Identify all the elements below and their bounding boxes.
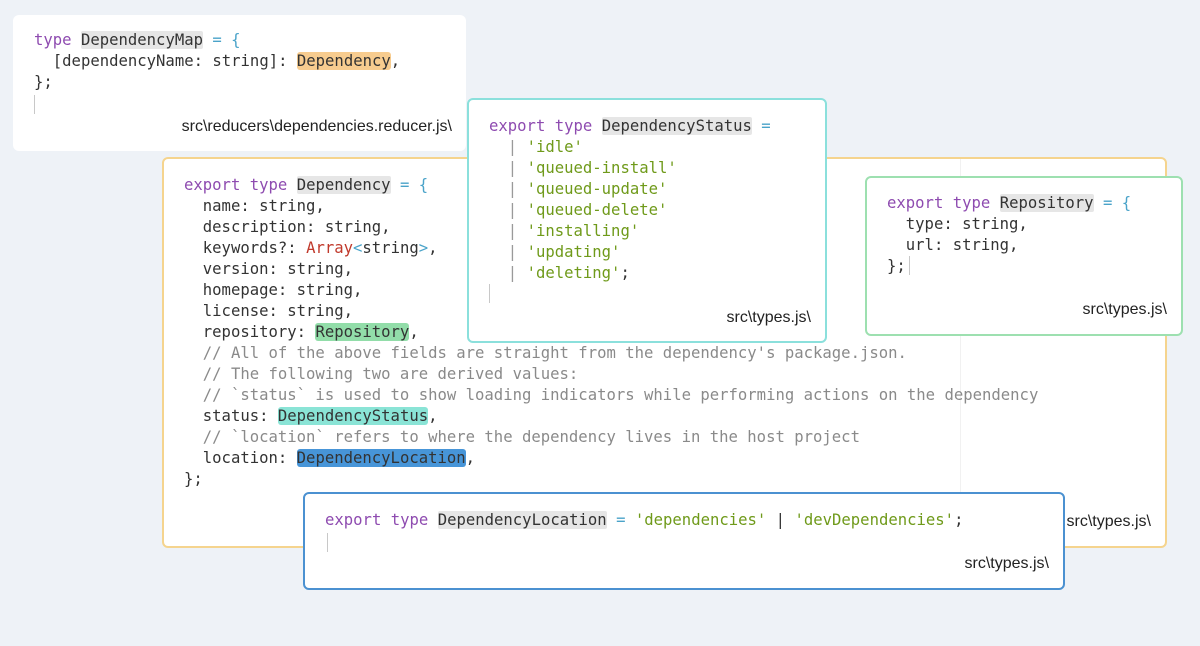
dependency-location-code: export type DependencyLocation = 'depend… xyxy=(325,510,963,531)
field-type: type: string, xyxy=(887,215,1028,233)
type-keyword: type xyxy=(554,117,593,135)
type-keyword: type xyxy=(952,194,991,212)
status-value: 'queued-update' xyxy=(526,180,668,198)
type-keyword: type xyxy=(390,511,429,529)
closing-brace: }; xyxy=(34,73,53,91)
status-value: 'queued-install' xyxy=(526,159,677,177)
union-pipe: | xyxy=(489,243,527,261)
semicolon: ; xyxy=(954,511,964,529)
status-value: 'deleting' xyxy=(526,264,621,282)
equals-brace: = { xyxy=(1093,194,1132,212)
dependency-type-ref: Dependency xyxy=(296,52,391,70)
field-version: version: string, xyxy=(184,260,353,278)
dependency-map-card: type DependencyMap = { [dependencyName: … xyxy=(13,15,466,151)
file-path: src\types.js\ xyxy=(1066,513,1151,530)
dependency-status-card: export type DependencyStatus = | 'idle' … xyxy=(467,98,827,343)
location-type-name: DependencyLocation xyxy=(437,511,607,529)
text-cursor xyxy=(489,284,490,303)
file-path: src\types.js\ xyxy=(964,555,1049,572)
location-value: 'dependencies' xyxy=(634,511,767,529)
export-keyword: export xyxy=(887,194,944,212)
comma: , xyxy=(390,52,401,70)
text-cursor xyxy=(909,256,910,275)
status-value: 'updating' xyxy=(526,243,621,261)
dependency-map-type-name: DependencyMap xyxy=(80,31,204,49)
union-pipe: | xyxy=(489,222,527,240)
export-keyword: export xyxy=(325,511,382,529)
equals-brace: = { xyxy=(203,31,241,49)
equals-brace: = { xyxy=(390,176,429,194)
status-value: 'queued-delete' xyxy=(526,201,668,219)
field-keywords: keywords?: xyxy=(184,239,307,257)
index-signature: [dependencyName: string]: xyxy=(34,52,297,70)
file-path: src\reducers\dependencies.reducer.js\ xyxy=(181,118,452,135)
text-cursor xyxy=(327,533,328,552)
field-name: name: string, xyxy=(184,197,325,215)
field-license: license: string, xyxy=(184,302,353,320)
file-path: src\types.js\ xyxy=(726,309,811,326)
field-url: url: string, xyxy=(887,236,1019,254)
closing-brace: }; xyxy=(887,257,906,275)
generic-param: string xyxy=(362,239,419,257)
status-type-name: DependencyStatus xyxy=(601,117,752,135)
union-pipe: | xyxy=(489,264,527,282)
field-location: location: xyxy=(184,449,297,467)
dependency-map-code: type DependencyMap = { [dependencyName: … xyxy=(34,30,400,93)
repository-type-ref: Repository xyxy=(315,323,410,341)
field-status: status: xyxy=(184,407,278,425)
union-pipe: | xyxy=(489,180,527,198)
semicolon: ; xyxy=(620,264,630,282)
type-keyword: type xyxy=(34,31,72,49)
status-type-ref: DependencyStatus xyxy=(277,407,429,425)
repository-type-name: Repository xyxy=(999,194,1094,212)
union-pipe: | xyxy=(489,159,527,177)
location-type-ref: DependencyLocation xyxy=(296,449,466,467)
export-keyword: export xyxy=(184,176,241,194)
comment-line: // `location` refers to where the depend… xyxy=(184,428,860,446)
dependency-location-card: export type DependencyLocation = 'depend… xyxy=(303,492,1065,590)
generic-open: < xyxy=(353,239,363,257)
text-cursor xyxy=(34,95,35,114)
location-value: 'devDependencies' xyxy=(794,511,955,529)
dependency-status-code: export type DependencyStatus = | 'idle' … xyxy=(489,116,771,284)
union-pipe: | xyxy=(489,138,527,156)
equals-sign: = xyxy=(606,511,635,529)
union-pipe: | xyxy=(489,201,527,219)
comment-line: // The following two are derived values: xyxy=(184,365,579,383)
type-keyword: type xyxy=(249,176,288,194)
repository-type-card: export type Repository = { type: string,… xyxy=(865,176,1183,336)
closing-brace: }; xyxy=(184,470,203,488)
union-pipe: | xyxy=(766,511,795,529)
status-value: 'idle' xyxy=(526,138,583,156)
status-value: 'installing' xyxy=(526,222,640,240)
array-type: Array xyxy=(306,239,354,257)
comment-line: // All of the above fields are straight … xyxy=(184,344,907,362)
field-description: description: string, xyxy=(184,218,391,236)
comment-line: // `status` is used to show loading indi… xyxy=(184,386,1039,404)
repository-code: export type Repository = { type: string,… xyxy=(887,193,1131,277)
field-homepage: homepage: string, xyxy=(184,281,363,299)
dependency-type-name: Dependency xyxy=(296,176,391,194)
file-path: src\types.js\ xyxy=(1082,301,1167,318)
comma: , xyxy=(428,239,438,257)
export-keyword: export xyxy=(489,117,546,135)
generic-close: > xyxy=(418,239,429,257)
equals-sign: = xyxy=(751,117,771,135)
field-repository: repository: xyxy=(184,323,316,341)
